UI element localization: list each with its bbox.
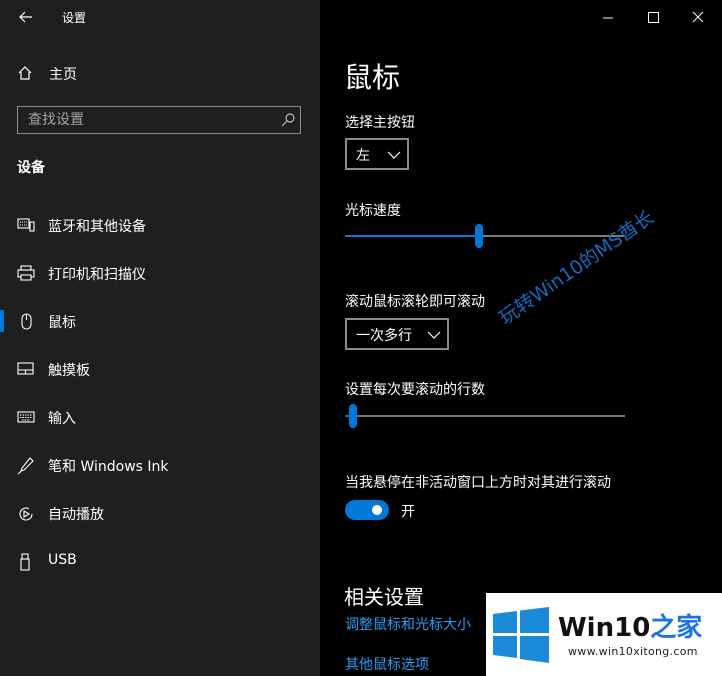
dropdown-value: 左 (356, 148, 370, 164)
window-title: 设置 (62, 11, 87, 25)
back-arrow-icon (19, 11, 32, 23)
sidebar-item-autoplay[interactable]: 自动播放 (0, 493, 320, 533)
sidebar-item-printers[interactable]: 打印机和扫描仪 (0, 253, 320, 293)
slider-thumb[interactable] (349, 404, 357, 428)
autoplay-icon (19, 507, 33, 521)
sidebar-item-label: 鼠标 (48, 315, 76, 331)
sidebar-item-bluetooth[interactable]: 蓝牙和其他设备 (0, 205, 320, 245)
sidebar-item-label: 笔和 Windows Ink (48, 459, 169, 475)
slider-thumb[interactable] (475, 224, 483, 248)
inactive-scroll-label: 当我悬停在非活动窗口上方时对其进行滚动 (345, 475, 611, 491)
slider-fill (345, 235, 479, 237)
search-box[interactable] (17, 106, 301, 134)
windows-logo-icon (493, 607, 549, 663)
home-icon (18, 66, 32, 80)
minimize-icon (603, 17, 613, 19)
scroll-mode-dropdown[interactable]: 一次多行 (345, 318, 449, 350)
additional-mouse-options-link[interactable]: 其他鼠标选项 (345, 654, 429, 674)
logo-brand: Win10之家 (558, 607, 702, 644)
toggle-state-label: 开 (401, 504, 415, 520)
keyboard-icon (17, 411, 35, 423)
section-title: 设备 (17, 160, 45, 176)
chevron-down-icon (427, 331, 441, 339)
maximize-icon (648, 12, 659, 23)
sidebar-item-label: 输入 (48, 411, 76, 427)
logo-url: www.win10xitong.com (568, 645, 698, 658)
sidebar-item-mouse[interactable]: 鼠标 (0, 301, 320, 341)
sidebar-item-typing[interactable]: 输入 (0, 397, 320, 437)
primary-button-dropdown[interactable]: 左 (345, 138, 409, 170)
sidebar-item-label: 打印机和扫描仪 (48, 267, 146, 283)
close-icon (692, 11, 704, 23)
site-logo: Win10之家 www.win10xitong.com (486, 593, 722, 676)
close-button[interactable] (686, 8, 710, 28)
back-button[interactable] (14, 6, 40, 28)
lines-per-scroll-label: 设置每次要滚动的行数 (345, 382, 485, 398)
sidebar-item-label: 蓝牙和其他设备 (48, 219, 146, 235)
sidebar-item-touchpad[interactable]: 触摸板 (0, 349, 320, 389)
sidebar-item-usb[interactable]: USB (0, 541, 320, 581)
sidebar: 设置 主页 设备 蓝牙和其他设备 打印机和扫描仪 (0, 0, 320, 676)
inactive-scroll-toggle[interactable] (345, 500, 389, 520)
primary-button-label: 选择主按钮 (345, 115, 415, 131)
active-indicator (0, 310, 4, 332)
sidebar-item-label: 触摸板 (48, 363, 90, 379)
slider-track (345, 415, 625, 417)
home-label: 主页 (49, 67, 77, 83)
logo-brand-win10: Win10 (558, 613, 651, 643)
toggle-knob (372, 505, 382, 515)
pen-icon (17, 457, 34, 475)
sidebar-item-label: USB (48, 552, 77, 568)
minimize-button[interactable] (596, 8, 620, 28)
printer-icon (17, 265, 35, 281)
lines-per-scroll-slider[interactable] (345, 403, 625, 429)
usb-icon (20, 553, 30, 571)
page-title: 鼠标 (344, 61, 401, 94)
search-input[interactable] (28, 110, 268, 130)
adjust-cursor-size-link[interactable]: 调整鼠标和光标大小 (345, 614, 471, 634)
dropdown-value: 一次多行 (356, 328, 412, 344)
related-settings-title: 相关设置 (344, 585, 424, 609)
touchpad-icon (17, 362, 34, 375)
maximize-button[interactable] (641, 8, 665, 28)
scroll-mode-label: 滚动鼠标滚轮即可滚动 (345, 294, 485, 310)
sidebar-item-pen[interactable]: 笔和 Windows Ink (0, 445, 320, 485)
search-icon[interactable] (280, 112, 296, 128)
chevron-down-icon (387, 151, 401, 159)
mouse-icon (21, 313, 32, 330)
bluetooth-devices-icon (17, 218, 35, 232)
home-nav-item[interactable]: 主页 (0, 58, 320, 90)
cursor-speed-label: 光标速度 (345, 203, 401, 219)
sidebar-item-label: 自动播放 (48, 507, 104, 523)
logo-brand-suffix: 之家 (650, 613, 703, 643)
